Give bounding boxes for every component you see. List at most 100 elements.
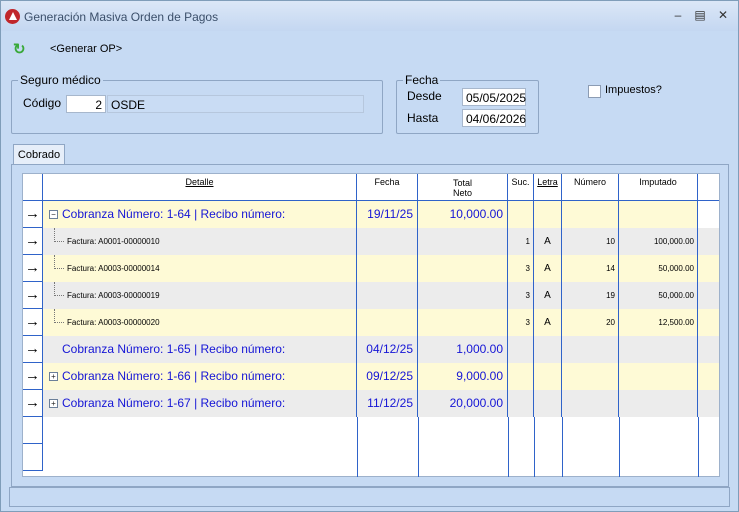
numero-cell: 20 — [562, 309, 619, 336]
total-cell: 20,000.00 — [418, 390, 508, 417]
refresh-icon[interactable]: ↻ — [13, 40, 26, 58]
detalle-text: Cobranza Número: 1-66 | Recibo número: — [62, 369, 286, 383]
detalle-cell: − Cobranza Número: 1-64 | Recibo número: — [43, 201, 357, 228]
numero-value: 14 — [606, 264, 615, 273]
detalle-text: Factura: A0001-00000010 — [67, 237, 160, 246]
cobranza-row[interactable]: Cobranza Número: 1-65 | Recibo número: 04… — [23, 336, 719, 363]
imputado-cell — [619, 363, 698, 390]
column-divider — [508, 417, 509, 477]
letra-value: A — [544, 236, 551, 247]
letra-cell — [534, 336, 562, 363]
numero-cell — [562, 201, 619, 228]
generate-op-button[interactable]: <Generar OP> — [50, 43, 122, 55]
total-cell — [418, 309, 508, 336]
tab-cobrado[interactable]: Cobrado — [13, 144, 65, 166]
hasta-input[interactable]: 04/06/2026 — [462, 109, 526, 127]
minimize-button[interactable]: – — [669, 7, 687, 23]
factura-row[interactable]: Factura: A0003-00000020 3 A 20 12,500.00 — [23, 309, 719, 336]
detalle-text: Factura: A0003-00000020 — [67, 318, 160, 327]
detalle-cell: + Cobranza Número: 1-66 | Recibo número: — [43, 363, 357, 390]
imputado-cell: 50,000.00 — [619, 255, 698, 282]
hasta-label: Hasta — [407, 111, 439, 125]
suc-header[interactable]: Suc. — [508, 174, 534, 201]
desde-input[interactable]: 05/05/2025 — [462, 88, 526, 106]
column-divider — [534, 417, 535, 477]
numero-value: 10 — [606, 237, 615, 246]
spare-cell — [698, 282, 719, 309]
cobranza-row[interactable]: − Cobranza Número: 1-64 | Recibo número: 1… — [23, 201, 719, 228]
detalle-text: Cobranza Número: 1-64 | Recibo número: — [62, 207, 286, 221]
impuestos-label: Impuestos? — [605, 84, 662, 96]
letra-header[interactable]: Letra — [534, 174, 562, 201]
codigo-input[interactable]: 2 — [66, 95, 106, 113]
imputado-header[interactable]: Imputado — [619, 174, 698, 201]
numero-header[interactable]: Número — [562, 174, 619, 201]
numero-cell — [562, 390, 619, 417]
tree-line — [54, 322, 64, 323]
imputado-cell — [619, 336, 698, 363]
suc-value: 1 — [525, 237, 530, 246]
total-cell: 1,000.00 — [418, 336, 508, 363]
suc-cell: 3 — [508, 255, 534, 282]
window-title: Generación Masiva Orden de Pagos — [24, 10, 219, 24]
numero-cell: 19 — [562, 282, 619, 309]
total-value: 9,000.00 — [456, 369, 503, 383]
letra-value: A — [544, 263, 551, 274]
numero-cell: 14 — [562, 255, 619, 282]
letra-cell: A — [534, 255, 562, 282]
fecha-cell — [357, 282, 418, 309]
fecha-cell — [357, 309, 418, 336]
row-indicator-empty — [23, 417, 43, 444]
detalle-cell: Cobranza Número: 1-65 | Recibo número: — [43, 336, 357, 363]
expand-icon[interactable]: + — [49, 372, 58, 382]
letra-cell — [534, 363, 562, 390]
letra-cell — [534, 201, 562, 228]
total-cell: 9,000.00 — [418, 363, 508, 390]
cobranza-row[interactable]: + Cobranza Número: 1-66 | Recibo número: 0… — [23, 363, 719, 390]
detalle-cell: Factura: A0003-00000014 — [43, 255, 357, 282]
total-neto-header[interactable]: Total Neto — [418, 174, 508, 201]
column-divider — [418, 417, 419, 477]
factura-row[interactable]: Factura: A0003-00000014 3 A 14 50,000.00 — [23, 255, 719, 282]
detalle-header[interactable]: Detalle — [43, 174, 357, 201]
letra-cell: A — [534, 228, 562, 255]
factura-row[interactable]: Factura: A0003-00000019 3 A 19 50,000.00 — [23, 282, 719, 309]
spare-header — [698, 174, 719, 201]
numero-cell — [562, 363, 619, 390]
row-indicator-header — [23, 174, 43, 201]
total-value: 1,000.00 — [456, 342, 503, 356]
impuestos-checkbox[interactable] — [588, 85, 601, 98]
total-cell — [418, 255, 508, 282]
collapse-icon[interactable]: − — [49, 210, 58, 220]
spare-cell — [698, 255, 719, 282]
fecha-header[interactable]: Fecha — [357, 174, 418, 201]
numero-cell: 10 — [562, 228, 619, 255]
fecha-value: 09/12/25 — [366, 369, 413, 383]
row-indicator-empty — [23, 444, 43, 471]
close-button[interactable]: ✕ — [714, 7, 732, 23]
fecha-legend: Fecha — [405, 73, 439, 87]
imputado-cell: 100,000.00 — [619, 228, 698, 255]
detalle-text: Factura: A0003-00000019 — [67, 291, 160, 300]
fecha-cell: 09/12/25 — [357, 363, 418, 390]
cobranza-row[interactable]: + Cobranza Número: 1-67 | Recibo número: 1… — [23, 390, 719, 417]
suc-cell — [508, 201, 534, 228]
tree-line — [54, 309, 55, 323]
expand-icon[interactable]: + — [49, 399, 58, 409]
spare-cell — [698, 336, 719, 363]
letra-value: A — [544, 290, 551, 301]
fecha-cell — [357, 255, 418, 282]
column-divider — [562, 417, 563, 477]
factura-row[interactable]: Factura: A0001-00000010 1 A 10 100,000.00 — [23, 228, 719, 255]
letra-cell: A — [534, 309, 562, 336]
imputado-cell: 50,000.00 — [619, 282, 698, 309]
tree-line — [54, 228, 55, 242]
maximize-button[interactable]: ▤ — [691, 7, 709, 23]
letra-value: A — [544, 317, 551, 328]
numero-value: 19 — [606, 291, 615, 300]
total-header-line2: Neto — [452, 188, 472, 198]
fecha-value: 04/12/25 — [366, 342, 413, 356]
detalle-cell: + Cobranza Número: 1-67 | Recibo número: — [43, 390, 357, 417]
total-header-line1: Total — [452, 178, 472, 188]
imputado-cell — [619, 201, 698, 228]
